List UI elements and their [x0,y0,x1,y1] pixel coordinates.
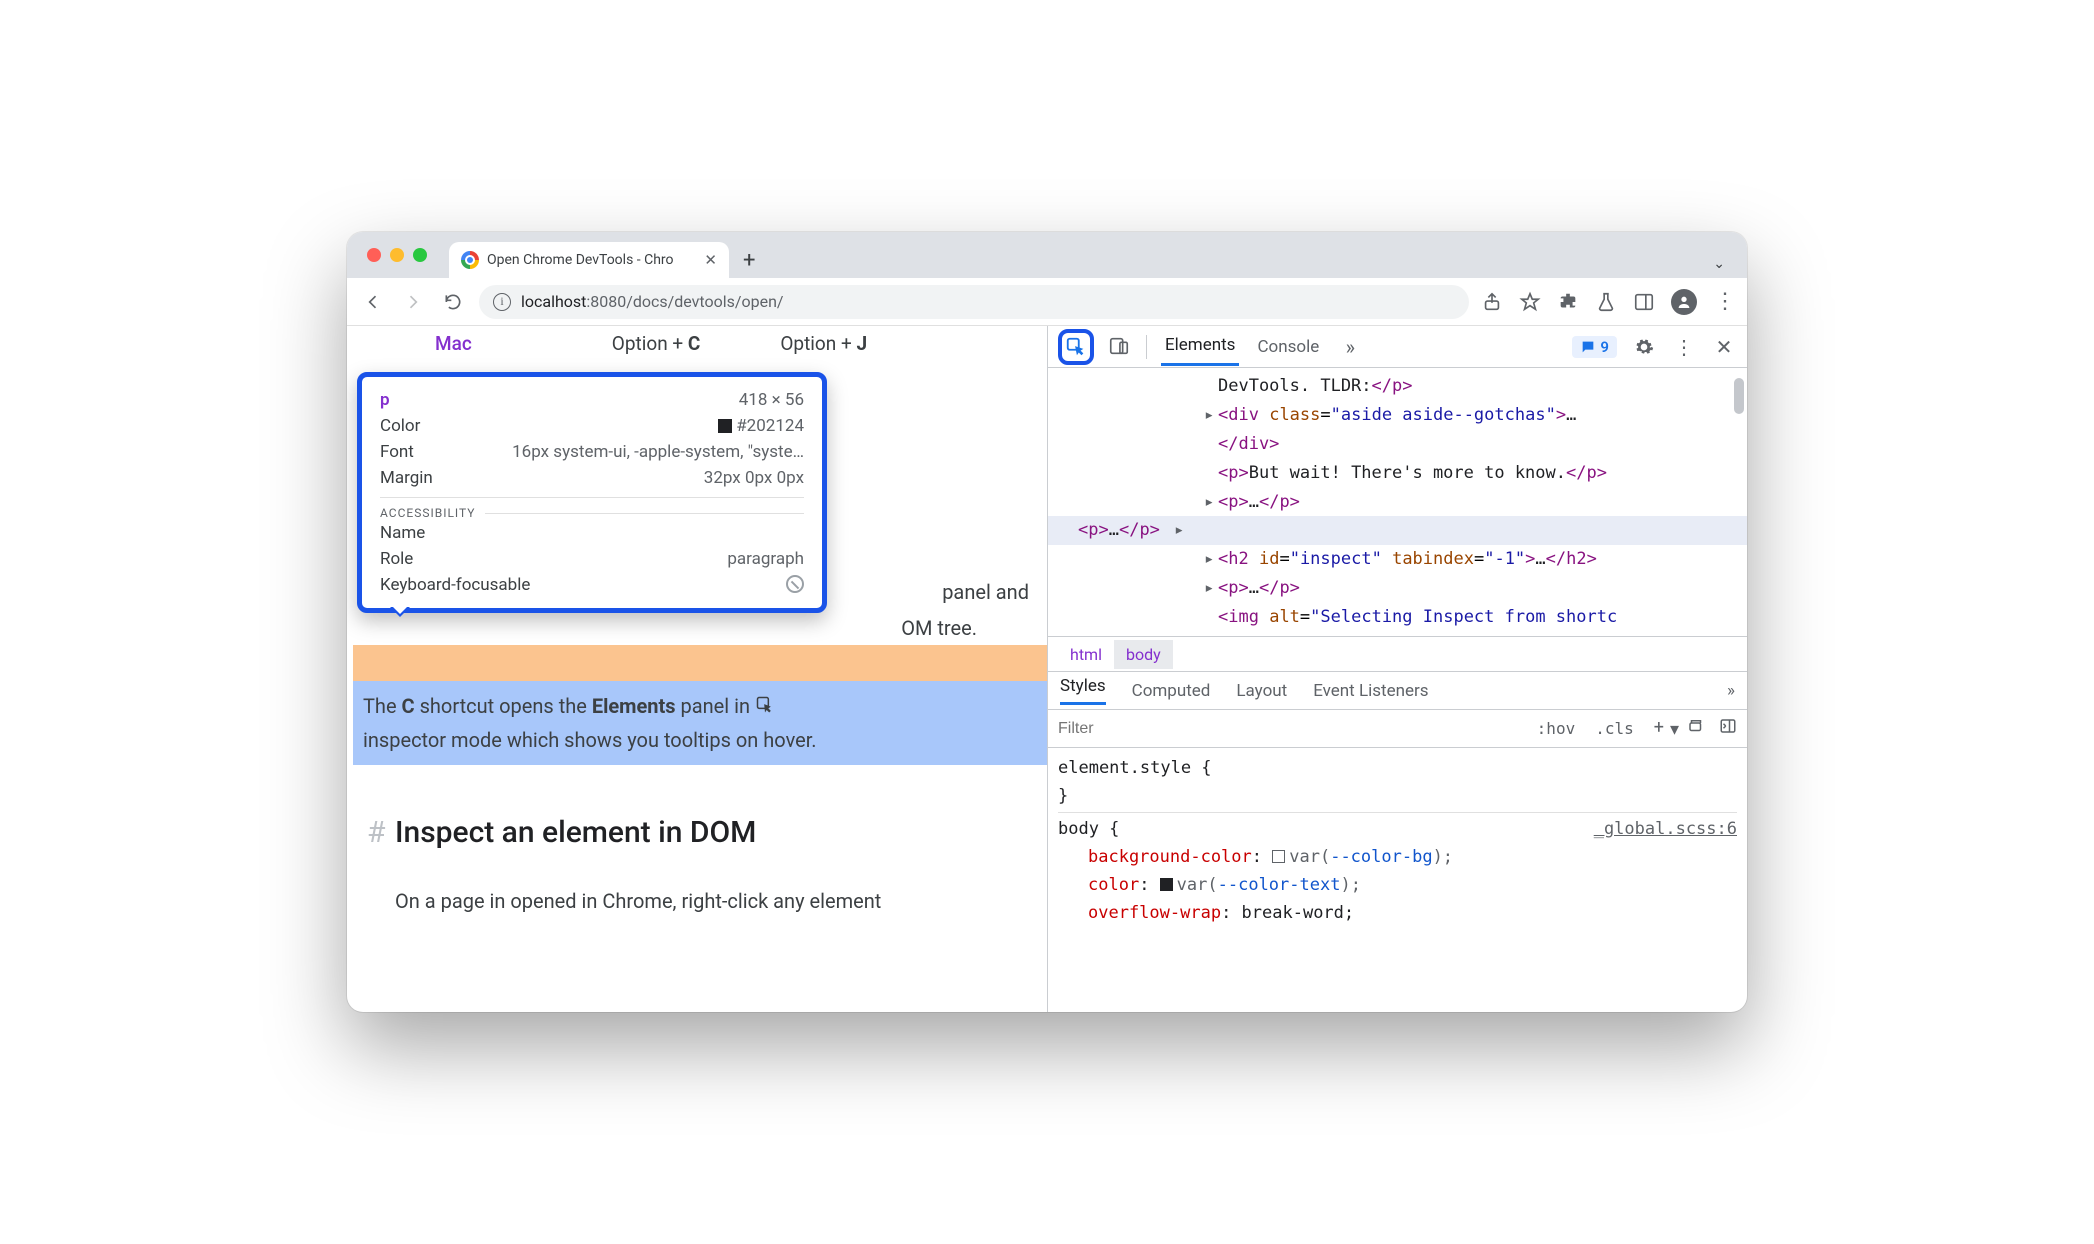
back-button[interactable] [359,288,387,316]
device-toggle-button[interactable] [1108,335,1132,359]
crumb-body[interactable]: body [1114,640,1173,669]
extensions-icon[interactable] [1557,291,1579,313]
devtools-close-button[interactable]: ✕ [1711,334,1737,360]
minimize-window-button[interactable] [390,248,404,262]
devtools-menu-icon[interactable]: ⋮ [1671,334,1697,360]
subtab-computed[interactable]: Computed [1132,681,1211,701]
source-link[interactable]: _global.scss:6 [1594,815,1737,843]
expand-caret-icon[interactable]: ▸ [1204,545,1214,574]
margin-highlight [353,645,1047,681]
close-tab-button[interactable]: ✕ [704,251,717,269]
labs-icon[interactable] [1595,291,1617,313]
issues-badge[interactable]: 9 [1572,336,1617,358]
content-highlight: The C shortcut opens the Elements panel … [353,681,1047,765]
bookmark-icon[interactable] [1519,291,1541,313]
tooltip-tag: p [380,390,390,410]
color-swatch-icon[interactable] [1160,878,1173,891]
hov-toggle[interactable]: :hov [1527,719,1586,738]
tooltip-font-value: 16px system-ui, -apple-system, "syste… [512,442,804,462]
side-panel-icon[interactable] [1633,291,1655,313]
tooltip-margin-label: Margin [380,468,433,488]
new-tab-button[interactable]: + [743,250,755,278]
tooltip-size: 418 × 56 [739,390,804,410]
shortcut-option-c: Option + C [612,332,701,355]
computed-panel-icon[interactable] [1719,717,1737,740]
highlighted-paragraph[interactable]: The C shortcut opens the Elements panel … [363,689,1039,723]
devtools-panel: Elements Console » 9 ⋮ ✕ DevTools. TLDR:… [1047,326,1747,1012]
toolbar-actions: ⋮ [1481,289,1735,315]
styles-filter-bar: :hov .cls +▾ [1048,710,1747,748]
breadcrumb: html body [1048,636,1747,672]
not-focusable-icon [786,575,804,593]
tab-console[interactable]: Console [1253,329,1323,365]
color-swatch-icon [718,419,732,433]
close-window-button[interactable] [367,248,381,262]
new-style-rule-button[interactable]: +▾ [1654,717,1673,740]
profile-avatar[interactable] [1671,289,1697,315]
tooltip-color-value: #202124 [718,416,804,436]
tooltip-font-label: Font [380,442,414,462]
styles-filter-input[interactable] [1048,720,1527,738]
inspect-element-button[interactable] [1058,329,1094,365]
tabs-overflow-button[interactable]: » [1337,334,1363,360]
site-info-icon[interactable]: i [493,293,511,311]
settings-icon[interactable] [1631,334,1657,360]
partial-text-1: panel and [942,575,1029,609]
kebab-menu-icon[interactable]: ⋮ [1713,291,1735,313]
selected-dom-node[interactable]: ▸<p>…</p> [1048,516,1747,545]
highlighted-paragraph-2[interactable]: inspector mode which shows you tooltips … [363,723,1039,757]
subtab-styles[interactable]: Styles [1060,676,1106,705]
expand-caret-icon[interactable]: ▸ [1174,516,1184,545]
inspect-inline-icon [755,691,775,707]
reload-button[interactable] [439,288,467,316]
tab-strip: Open Chrome DevTools - Chro ✕ + ⌄ [347,232,1747,278]
subtabs-overflow[interactable]: » [1727,681,1735,701]
crumb-html[interactable]: html [1058,640,1114,669]
color-swatch-icon[interactable] [1272,850,1285,863]
window-controls [367,248,427,262]
expand-caret-icon[interactable]: ▸ [1204,574,1214,603]
tooltip-role-label: Role [380,549,413,569]
tab-elements[interactable]: Elements [1161,327,1239,366]
dom-tree[interactable]: DevTools. TLDR:</p> ▸<div class="aside a… [1048,368,1747,636]
paint-flash-icon[interactable] [1687,717,1705,740]
tooltip-a11y-heading: ACCESSIBILITY [380,497,804,520]
expand-caret-icon[interactable]: ▸ [1204,401,1214,430]
browser-window: Open Chrome DevTools - Chro ✕ + ⌄ i loca… [347,232,1747,1012]
cls-toggle[interactable]: .cls [1585,719,1644,738]
styles-subtabs: Styles Computed Layout Event Listeners » [1048,672,1747,710]
chrome-favicon-icon [461,251,479,269]
tooltip-margin-value: 32px 0px 0px [704,468,804,488]
subtab-event-listeners[interactable]: Event Listeners [1313,681,1428,701]
address-bar[interactable]: i localhost:8080/docs/devtools/open/ [479,285,1469,319]
devtools-toolbar: Elements Console » 9 ⋮ ✕ [1048,326,1747,368]
tab-title: Open Chrome DevTools - Chro [487,252,674,268]
page-viewport: Mac Option + C Option + J panel and OM t… [347,326,1047,1012]
share-icon[interactable] [1481,291,1503,313]
tooltip-focusable-label: Keyboard-focusable [380,575,530,595]
partial-text-2: OM tree. [901,611,977,645]
shortcut-option-j: Option + J [780,332,867,355]
shortcut-row: Mac Option + C Option + J [395,326,1035,375]
tooltip-role-value: paragraph [727,549,804,569]
inspect-tooltip: p 418 × 56 Color #202124 Font 16px system-u… [357,372,827,613]
browser-toolbar: i localhost:8080/docs/devtools/open/ ⋮ [347,278,1747,326]
subtab-layout[interactable]: Layout [1236,681,1287,701]
body-paragraph: On a page in opened in Chrome, right-cli… [395,884,1035,918]
url-text: localhost:8080/docs/devtools/open/ [521,292,784,311]
content-area: Mac Option + C Option + J panel and OM t… [347,326,1747,1012]
tooltip-name-label: Name [380,523,425,543]
forward-button[interactable] [399,288,427,316]
styles-pane[interactable]: element.style { } body { _global.scss:6 … [1048,748,1747,1012]
browser-tab[interactable]: Open Chrome DevTools - Chro ✕ [449,242,729,278]
expand-caret-icon[interactable]: ▸ [1204,488,1214,517]
page-heading: Inspect an element in DOM [395,815,1035,850]
tabs-dropdown-button[interactable]: ⌄ [1713,256,1725,278]
tooltip-color-label: Color [380,416,420,436]
maximize-window-button[interactable] [413,248,427,262]
mac-label: Mac [435,332,472,355]
